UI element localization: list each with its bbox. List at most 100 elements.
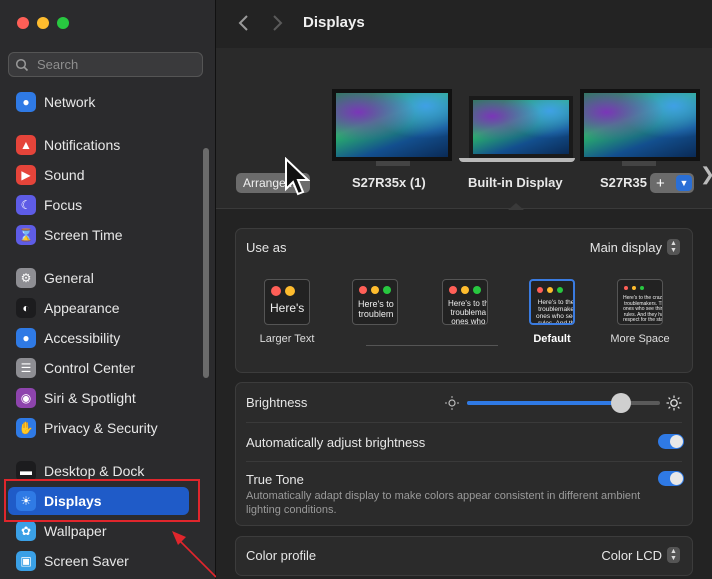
sidebar-item-label: Sound [44, 167, 85, 183]
minimize-window-button[interactable] [37, 17, 49, 29]
sidebar: ● Network ▲ Notifications ▶ Sound ☾ Focus ⌛ Scree… [0, 0, 217, 579]
main-pane: Displays S27R35x (1) Built-in Display S2… [216, 0, 712, 579]
sidebar-item-screen-time[interactable]: ⌛ Screen Time [8, 221, 189, 249]
sidebar-item-general[interactable]: ⚙ General [8, 264, 189, 292]
true-tone-toggle[interactable] [658, 471, 684, 486]
scale-sample-text: Here's to the cr troublemakers. ones who… [536, 299, 575, 325]
gear-icon: ⚙ [16, 268, 36, 288]
toolbar: Displays [216, 0, 712, 48]
zoom-window-button[interactable] [57, 17, 69, 29]
moon-icon: ☾ [16, 195, 36, 215]
mouse-pointer-icon [285, 157, 310, 196]
scale-option-label: More Space [610, 333, 670, 345]
scale-option-label: Default [533, 333, 571, 345]
brightness-card: Brightness Automatically adjust brightne… [235, 382, 693, 526]
scale-option[interactable]: Here's to th troublema ones who [434, 279, 496, 333]
monitor-label: Built-in Display [468, 175, 563, 190]
sidebar-item-label: General [44, 270, 94, 286]
auto-brightness-label: Automatically adjust brightness [246, 435, 426, 450]
chevron-left-icon [238, 15, 248, 31]
back-button[interactable] [236, 12, 256, 34]
sidebar-item-label: Control Center [44, 360, 136, 376]
forward-button[interactable] [270, 12, 290, 34]
sidebar-item-label: Desktop & Dock [44, 463, 145, 479]
scale-sample-text: Here's to th troublema ones who [448, 299, 488, 325]
use-as-label: Use as [246, 240, 287, 255]
hand-icon: ✋ [16, 418, 36, 438]
search-input[interactable] [35, 56, 199, 73]
scale-option[interactable]: Here's to troublem [344, 279, 406, 333]
divider [246, 461, 682, 462]
scale-sample-text: Here's to the crazy ones troublemakers. … [623, 295, 663, 323]
scale-preview: Here's to the crazy ones troublemakers. … [617, 279, 663, 325]
scale-sample-text: Here's to troublem [358, 299, 394, 319]
true-tone-description: Automatically adapt display to make colo… [246, 490, 641, 516]
use-as-value: Main display [589, 239, 662, 255]
globe-icon: ● [16, 92, 36, 112]
screen-saver-icon: ▣ [16, 551, 36, 571]
window-controls [17, 17, 69, 29]
updown-chevron-icon: ▲ ▼ [667, 239, 680, 255]
brightness-slider[interactable] [467, 393, 660, 413]
color-profile-value: Color LCD [601, 547, 662, 563]
search-icon [15, 58, 29, 71]
brightness-label: Brightness [246, 395, 308, 410]
hourglass-icon: ⌛ [16, 225, 36, 245]
add-display-button[interactable]: + ▼ [650, 173, 694, 193]
divider [246, 422, 682, 423]
search-field[interactable] [8, 52, 203, 77]
chevron-right-icon[interactable]: ❯ [700, 164, 712, 185]
sidebar-item-notifications[interactable]: ▲ Notifications [8, 131, 189, 159]
color-profile-label: Color profile [246, 548, 317, 563]
sidebar-item-label: Wallpaper [44, 523, 107, 539]
scale-preview: Here's to the cr troublemakers. ones who… [529, 279, 575, 325]
sidebar-item-label: Screen Time [44, 227, 123, 243]
sun-low-icon [445, 396, 459, 410]
auto-brightness-toggle[interactable] [658, 434, 684, 449]
true-tone-label: True Tone [246, 472, 304, 487]
scale-option[interactable]: Here's to the crazy ones troublemakers. … [609, 279, 671, 345]
scale-preview: Here's [264, 279, 310, 325]
siri-icon: ◉ [16, 388, 36, 408]
bell-icon: ▲ [16, 135, 36, 155]
wallpaper-icon: ✿ [16, 521, 36, 541]
sidebar-item-siri-spotlight[interactable]: ◉ Siri & Spotlight [8, 384, 189, 412]
sidebar-item-accessibility[interactable]: ● Accessibility [8, 324, 189, 352]
sidebar-item-control-center[interactable]: ☰ Control Center [8, 354, 189, 382]
brightness-slider-knob[interactable] [611, 393, 632, 413]
sidebar-item-privacy-security[interactable]: ✋ Privacy & Security [8, 414, 189, 442]
sidebar-item-label: Focus [44, 197, 83, 213]
monitor-label: S27R35 [600, 175, 647, 190]
close-window-button[interactable] [17, 17, 29, 29]
scale-option-label: Larger Text [259, 333, 315, 345]
chevron-down-icon[interactable]: ▼ [676, 175, 692, 191]
color-profile-popup[interactable]: Color LCD ▲ ▼ [601, 547, 680, 563]
sidebar-item-label: Notifications [44, 137, 121, 153]
control-center-icon: ☰ [16, 358, 36, 378]
appearance-icon: ◐ [16, 298, 36, 318]
scale-option[interactable]: Here's Larger Text [256, 279, 318, 345]
use-as-popup[interactable]: Main display ▲ ▼ [590, 239, 680, 255]
page-title: Displays [303, 14, 365, 31]
sidebar-item-label: Screen Saver [44, 553, 129, 569]
sidebar-item-sound[interactable]: ▶ Sound [8, 161, 189, 189]
dock-icon: ▬ [16, 461, 36, 481]
annotation-arrow-icon [172, 531, 217, 578]
plus-icon: + [656, 174, 665, 192]
sidebar-item-appearance[interactable]: ◐ Appearance [8, 294, 189, 322]
sidebar-item-label: Privacy & Security [44, 420, 158, 436]
sidebar-scrollbar[interactable] [203, 148, 209, 378]
scale-option[interactable]: Here's to the cr troublemakers. ones who… [521, 279, 583, 345]
scale-sample-text: Here's [270, 301, 305, 315]
selection-indicator [508, 203, 524, 210]
sun-high-icon [666, 395, 682, 411]
sidebar-item-label: Appearance [44, 300, 120, 316]
sidebar-item-network[interactable]: ● Network [8, 88, 189, 116]
brightness-slider-fill [467, 401, 622, 405]
sidebar-item-focus[interactable]: ☾ Focus [8, 191, 189, 219]
scale-divider [366, 345, 498, 346]
updown-chevron-icon: ▲ ▼ [667, 547, 680, 563]
sidebar-item-label: Siri & Spotlight [44, 390, 136, 406]
use-as-card: Use as Main display ▲ ▼ Here's Larger Text… [235, 228, 693, 373]
accessibility-icon: ● [16, 328, 36, 348]
